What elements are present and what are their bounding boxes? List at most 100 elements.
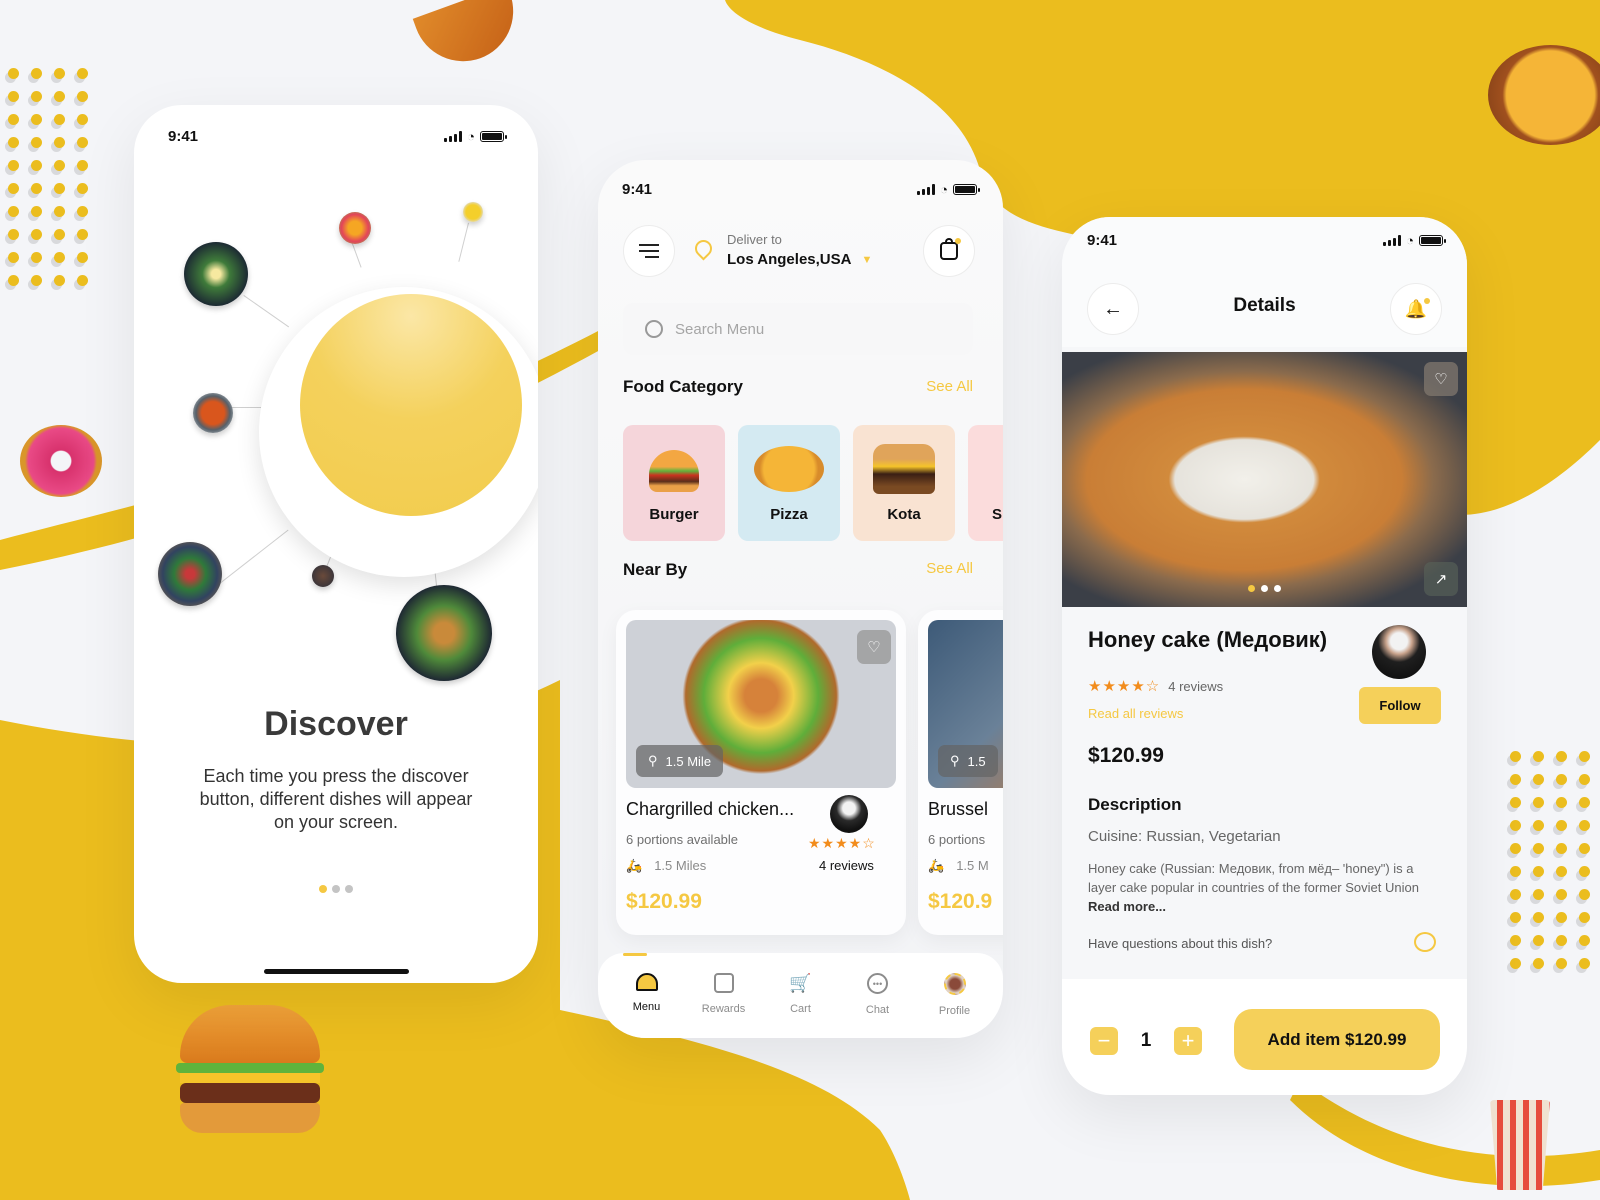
status-time: 9:41: [1087, 231, 1118, 249]
connector-line: [217, 529, 289, 586]
category-partial[interactable]: S: [968, 425, 1003, 541]
dish-bubble[interactable]: [396, 585, 492, 681]
gallery-dots: [1248, 585, 1281, 592]
favorite-button[interactable]: ♡: [857, 630, 891, 664]
share-button[interactable]: ↗: [1424, 562, 1458, 596]
discover-screen: 9:41 ◔ Discover Each time you press the …: [134, 105, 538, 983]
chat-bubbles-icon[interactable]: [1414, 932, 1436, 952]
dish-bubble[interactable]: [158, 542, 222, 606]
location-selector[interactable]: Los Angeles,USA ▼: [727, 251, 872, 268]
pager-dot[interactable]: [345, 885, 353, 893]
battery-icon: [480, 130, 507, 142]
add-item-button[interactable]: Add item $120.99: [1234, 1009, 1440, 1070]
question-text: Have questions about this dish?: [1088, 936, 1273, 951]
near-by-see-all[interactable]: See All: [926, 560, 973, 577]
discover-button[interactable]: [300, 294, 522, 516]
wifi-icon: ◔: [1406, 232, 1414, 248]
connector-line: [351, 241, 362, 268]
tab-profile[interactable]: Profile: [920, 973, 990, 1017]
wifi-icon: ◔: [467, 128, 475, 144]
avatar-icon: [943, 973, 966, 995]
menu-icon: [639, 244, 659, 258]
favorite-button[interactable]: ♡: [1424, 362, 1458, 396]
quantity-value[interactable]: 1: [1118, 1030, 1174, 1052]
pager-dot-active[interactable]: [319, 885, 327, 893]
battery-icon: [953, 183, 980, 195]
tab-active-indicator: [623, 953, 647, 956]
search-input[interactable]: Search Menu: [623, 303, 973, 355]
tab-rewards[interactable]: Rewards: [689, 973, 759, 1015]
dish-bubble[interactable]: [339, 212, 371, 244]
category-burger[interactable]: Burger: [623, 425, 725, 541]
tab-chat[interactable]: ••• Chat: [843, 973, 913, 1016]
decorative-dots-left: [8, 68, 100, 298]
page-description: Each time you press the discover button,…: [199, 766, 473, 832]
cart-icon: 🛒: [789, 973, 812, 993]
tab-cart[interactable]: 🛒 Cart: [766, 973, 836, 1015]
donut-illustration: [20, 425, 102, 497]
delivery-distance: 🛵 1.5 M: [928, 858, 989, 873]
heart-icon: ♡: [867, 639, 881, 656]
chef-avatar[interactable]: [1372, 625, 1426, 679]
gallery-dot-active[interactable]: [1248, 585, 1255, 592]
portions-text: 6 portions available: [626, 832, 739, 847]
kota-icon: [873, 444, 935, 494]
dish-price: $120.99: [626, 890, 702, 913]
description-title: Description: [1088, 795, 1182, 814]
gallery-dot[interactable]: [1261, 585, 1268, 592]
category-kota[interactable]: Kota: [853, 425, 955, 541]
delivery-distance: 🛵 1.5 Miles: [626, 858, 707, 873]
dish-card[interactable]: ♡ ⚲ 1.5 Mile Chargrilled chicken... 6 po…: [616, 610, 906, 935]
reviews-count: 4 reviews: [1168, 678, 1224, 694]
pager-dot[interactable]: [332, 885, 340, 893]
dish-price: $120.99: [1088, 744, 1164, 767]
follow-button[interactable]: Follow: [1359, 687, 1441, 724]
decrease-button[interactable]: −: [1090, 1027, 1118, 1055]
dish-bubble[interactable]: [312, 565, 334, 587]
food-category-see-all[interactable]: See All: [926, 378, 973, 395]
chef-avatar[interactable]: [830, 795, 868, 833]
dish-bubble[interactable]: [184, 242, 248, 306]
connector-line: [458, 222, 469, 262]
distance-badge: ⚲ 1.5: [938, 745, 998, 777]
portions-text: 6 portions: [928, 832, 986, 847]
gallery-dot[interactable]: [1274, 585, 1281, 592]
dish-card[interactable]: ⚲ 1.5 Brussel 6 portions 🛵 1.5 M $120.9: [918, 610, 1003, 935]
food-category-title: Food Category: [623, 377, 743, 396]
tab-menu[interactable]: Menu: [612, 973, 682, 1013]
scooter-icon: 🛵: [928, 858, 945, 873]
notifications-button[interactable]: 🔔: [1390, 283, 1442, 335]
search-placeholder: Search Menu: [675, 320, 765, 338]
location-value: Los Angeles,USA: [727, 251, 852, 268]
increase-button[interactable]: +: [1174, 1027, 1202, 1055]
category-pizza[interactable]: Pizza: [738, 425, 840, 541]
location-pin-icon: [691, 236, 716, 261]
status-time: 9:41: [168, 127, 199, 145]
cart-bag-button[interactable]: [923, 225, 975, 277]
read-more-link[interactable]: Read more...: [1088, 899, 1166, 914]
quantity-stepper: − 1 +: [1090, 1027, 1202, 1055]
deliver-to-label: Deliver to: [727, 232, 782, 247]
wifi-icon: ◔: [940, 181, 948, 197]
home-indicator: [264, 969, 409, 974]
description-text: Honey cake (Russian: Медовик, from мёд– …: [1088, 861, 1419, 914]
decorative-dots-right: [1510, 751, 1600, 981]
tab-bar: Menu Rewards 🛒 Cart ••• Chat Profile: [598, 953, 1003, 1038]
dish-bubble[interactable]: [463, 202, 483, 222]
reviews-count[interactable]: 4 reviews: [819, 858, 874, 873]
drink-cup-illustration: [1490, 1100, 1550, 1190]
signal-icon: [1383, 234, 1402, 246]
read-all-reviews-link[interactable]: Read all reviews: [1088, 706, 1183, 721]
gift-icon: [713, 973, 734, 993]
shopping-bag-icon: [940, 238, 961, 260]
dish-price: $120.9: [928, 890, 993, 913]
chevron-down-icon: ▼: [861, 253, 873, 266]
signal-icon: [917, 183, 936, 195]
dish-bubble[interactable]: [193, 393, 233, 433]
menu-screen: 9:41 ◔ Deliver to Los Angeles,USA ▼ Sear…: [598, 160, 1003, 1038]
status-bar: 9:41 ◔: [134, 121, 538, 151]
location-pin-icon: ⚲: [648, 753, 658, 768]
menu-button[interactable]: [623, 225, 675, 277]
cuisine-text: Cuisine: Russian, Vegetarian: [1088, 828, 1281, 845]
share-icon: ↗: [1434, 571, 1448, 588]
